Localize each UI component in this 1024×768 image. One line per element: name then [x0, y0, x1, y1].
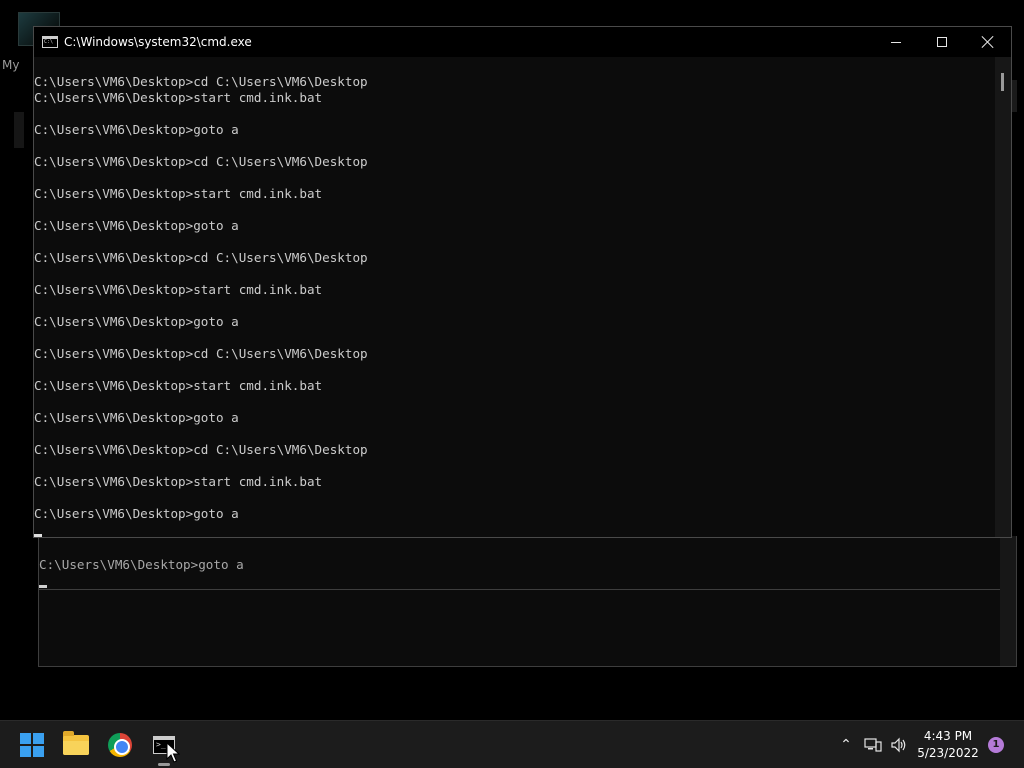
console-line: C:\Users\VM6\Desktop>cd C:\Users\VM6\Des… [34, 154, 368, 169]
start-button[interactable] [12, 725, 52, 765]
chrome-button[interactable] [100, 725, 140, 765]
console-line: C:\Users\VM6\Desktop>cd C:\Users\VM6\Des… [34, 442, 368, 457]
desktop-icon-partial[interactable] [14, 112, 24, 148]
volume-button[interactable] [888, 721, 910, 768]
network-button[interactable] [862, 721, 884, 768]
clock-time: 4:43 PM [923, 729, 973, 743]
background-scrollbar[interactable] [1000, 536, 1016, 666]
console-line: C:\Users\VM6\Desktop>start cmd.ink.bat [34, 474, 323, 489]
desktop-icon-label: My [2, 58, 20, 72]
network-icon [864, 738, 882, 752]
console-line: C:\Users\VM6\Desktop>goto a [34, 410, 239, 425]
console-line: C:\Users\VM6\Desktop>goto a [34, 218, 239, 233]
scrollbar-thumb[interactable] [1001, 73, 1004, 91]
start-icon [20, 733, 44, 757]
chevron-up-icon: ⌃ [840, 737, 852, 753]
vertical-scrollbar[interactable] [995, 57, 1011, 537]
console-line: C:\Users\VM6\Desktop>start cmd.ink.bat [34, 378, 323, 393]
console-line: C:\Users\VM6\Desktop>cd C:\Users\VM6\Des… [34, 74, 368, 89]
console-line: C:\Users\VM6\Desktop>start cmd.ink.bat [34, 282, 323, 297]
notification-badge[interactable]: 1 [988, 737, 1004, 753]
background-console-line: C:\Users\VM6\Desktop>goto a [39, 557, 244, 572]
close-icon [982, 36, 994, 48]
console-line: C:\Users\VM6\Desktop>goto a [34, 122, 239, 137]
chrome-icon [108, 733, 132, 757]
background-cmd-window[interactable]: C:\Users\VM6\Desktop>goto a [38, 536, 1017, 667]
show-hidden-icons-button[interactable]: ⌃ [836, 721, 856, 768]
console-line: C:\Users\VM6\Desktop>goto a [34, 314, 239, 329]
volume-icon [891, 737, 906, 753]
maximize-button[interactable] [919, 27, 965, 57]
console-line: C:\Users\VM6\Desktop>start cmd.ink.bat [34, 186, 323, 201]
mouse-cursor-icon [166, 742, 180, 763]
minimize-button[interactable] [873, 27, 919, 57]
minimize-icon [891, 41, 901, 43]
file-explorer-button[interactable] [56, 725, 96, 765]
clock-date: 5/23/2022 [917, 746, 979, 760]
console-line: C:\Users\VM6\Desktop>start cmd.ink.bat [34, 90, 323, 105]
title-bar[interactable]: C:\Windows\system32\cmd.exe [34, 27, 1011, 57]
console-line: C:\Users\VM6\Desktop>goto a [34, 506, 239, 521]
window-title: C:\Windows\system32\cmd.exe [64, 35, 252, 49]
clock[interactable]: 4:43 PM 5/23/2022 [912, 728, 984, 762]
cmd-window[interactable]: C:\Windows\system32\cmd.exe C:\Users\VM6… [33, 26, 1012, 538]
background-console-lower [39, 589, 1000, 666]
maximize-icon [937, 37, 947, 47]
console-output[interactable]: C:\Users\VM6\Desktop>cd C:\Users\VM6\Des… [34, 57, 995, 537]
console-line: C:\Users\VM6\Desktop>cd C:\Users\VM6\Des… [34, 346, 368, 361]
console-cursor [34, 534, 42, 537]
window-edge-strip [1012, 80, 1017, 112]
background-console-cursor [39, 585, 47, 588]
cmd-app-icon[interactable] [42, 36, 58, 48]
taskbar: ⌃ 4:43 PM 5/23/2022 1 [0, 720, 1024, 768]
background-console: C:\Users\VM6\Desktop>goto a [39, 536, 1000, 589]
console-line: C:\Users\VM6\Desktop>cd C:\Users\VM6\Des… [34, 250, 368, 265]
close-button[interactable] [965, 27, 1011, 57]
file-explorer-icon [63, 731, 89, 755]
